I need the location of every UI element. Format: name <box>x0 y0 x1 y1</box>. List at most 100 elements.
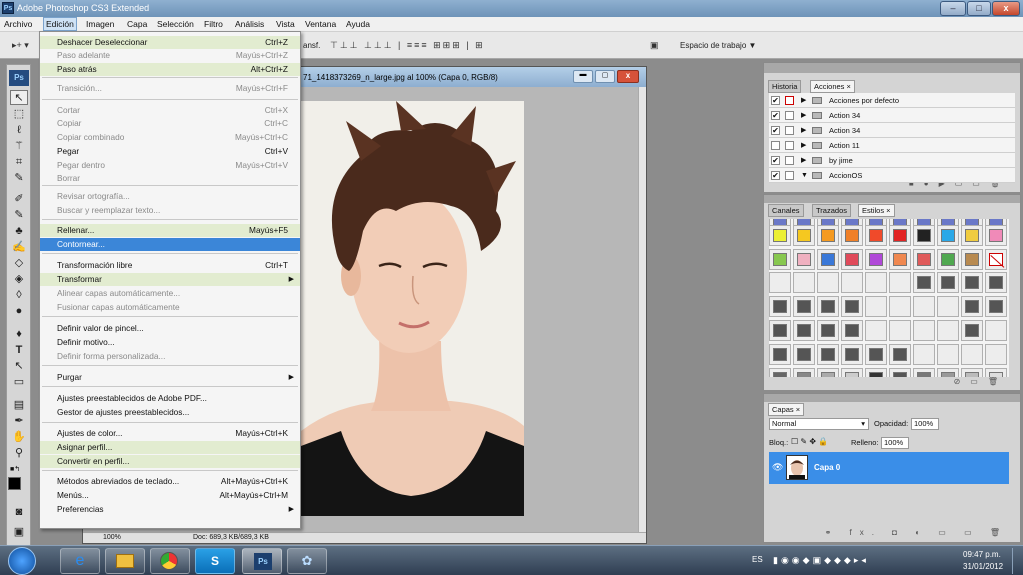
eye-icon[interactable]: 👁 <box>772 462 783 473</box>
dialog-toggle[interactable] <box>785 96 794 105</box>
tab-historia[interactable]: Historia <box>768 80 802 93</box>
style-cell[interactable] <box>937 225 959 246</box>
type-tool-icon[interactable]: T <box>10 343 28 358</box>
dialog-toggle[interactable] <box>785 141 794 150</box>
notes-tool-icon[interactable]: ▤ <box>10 398 28 413</box>
action-toggle-checkbox[interactable]: ✔ <box>771 126 780 135</box>
style-cell[interactable] <box>865 296 887 317</box>
menu-analisis[interactable]: Análisis <box>235 19 264 29</box>
menu-item[interactable]: Convertir en perfil... <box>40 455 300 468</box>
opacity-input[interactable]: 100% <box>911 418 939 430</box>
menu-item[interactable]: Menús... Alt+Mayús+Ctrl+M <box>40 489 300 502</box>
style-cell[interactable] <box>769 272 791 293</box>
style-cell[interactable] <box>769 296 791 317</box>
move-tool-icon[interactable]: ↖ <box>10 90 28 105</box>
style-cell[interactable] <box>961 249 983 270</box>
menu-filtro[interactable]: Filtro <box>204 19 223 29</box>
file-explorer-icon[interactable] <box>105 548 145 574</box>
style-cell[interactable] <box>817 249 839 270</box>
style-cell[interactable] <box>841 249 863 270</box>
language-indicator[interactable]: ES <box>752 555 763 564</box>
doc-close-button[interactable]: x <box>617 70 639 83</box>
style-cell[interactable] <box>817 296 839 317</box>
expand-arrow-icon[interactable]: ▶ <box>801 93 806 108</box>
tab-trazados[interactable]: Trazados <box>812 204 851 217</box>
style-cell[interactable] <box>961 320 983 341</box>
chrome-icon[interactable] <box>150 548 190 574</box>
paint-bucket-icon[interactable]: ◈ <box>10 272 28 287</box>
style-cell[interactable] <box>937 320 959 341</box>
shape-tool-icon[interactable]: ▭ <box>10 375 28 390</box>
style-cell[interactable] <box>889 296 911 317</box>
lasso-tool-icon[interactable]: ℓ <box>10 123 28 138</box>
style-cell[interactable] <box>841 225 863 246</box>
blur-tool-icon[interactable]: ◊ <box>10 288 28 303</box>
brush-tool-icon[interactable]: ✎ <box>10 208 28 223</box>
style-cell[interactable] <box>985 272 1007 293</box>
style-cell[interactable] <box>793 320 815 341</box>
style-cell[interactable] <box>889 344 911 365</box>
dodge-tool-icon[interactable]: ● <box>10 304 28 319</box>
menu-item[interactable]: Gestor de ajustes preestablecidos... <box>40 406 300 419</box>
style-buttons[interactable]: ⊘▭🗑 <box>764 377 1020 390</box>
style-cell[interactable] <box>793 225 815 246</box>
style-cell[interactable] <box>985 249 1007 270</box>
action-toggle-checkbox[interactable]: ✔ <box>771 171 780 180</box>
action-row[interactable]: ✔ ▶ by jime <box>769 153 1015 168</box>
minimize-button[interactable]: – <box>940 1 966 16</box>
style-cell[interactable] <box>817 225 839 246</box>
style-cell[interactable] <box>865 320 887 341</box>
path-selection-icon[interactable]: ↖ <box>10 359 28 374</box>
style-cell[interactable] <box>985 320 1007 341</box>
menu-seleccion[interactable]: Selección <box>157 19 194 29</box>
action-row[interactable]: ✔ ▶ Action 34 <box>769 108 1015 123</box>
history-brush-icon[interactable]: ✍ <box>10 240 28 255</box>
style-cell[interactable] <box>961 344 983 365</box>
close-button[interactable]: x <box>992 1 1020 16</box>
style-cell[interactable] <box>793 296 815 317</box>
vertical-scrollbar[interactable] <box>638 87 646 532</box>
move-tool-icon[interactable]: ▸+ ▾ <box>12 40 29 50</box>
menu-item[interactable]: Ajustes de color... Mayús+Ctrl+K <box>40 427 300 440</box>
menu-imagen[interactable]: Imagen <box>86 19 114 29</box>
start-button[interactable] <box>8 547 36 575</box>
style-cell[interactable] <box>817 344 839 365</box>
foreground-color-swatch[interactable] <box>8 477 21 490</box>
action-row[interactable]: ✔ ▶ Acciones por defecto <box>769 93 1015 108</box>
style-cell[interactable] <box>913 320 935 341</box>
menu-item[interactable]: Métodos abreviados de teclado... Alt+Mayú… <box>40 475 300 488</box>
style-cell[interactable] <box>769 344 791 365</box>
style-cell[interactable] <box>793 249 815 270</box>
doc-maximize-button[interactable]: ▢ <box>595 70 615 83</box>
style-cell[interactable] <box>865 272 887 293</box>
style-cell[interactable] <box>937 249 959 270</box>
blend-mode-select[interactable]: Normal ▾ <box>769 418 869 430</box>
tray-icons[interactable]: ▮◉◉◆▣◆◆◆▸◂ <box>773 555 869 566</box>
layer-row[interactable]: 👁 Capa 0 <box>769 452 1009 484</box>
style-cell[interactable] <box>841 272 863 293</box>
menu-item[interactable]: Ajustes preestablecidos de Adobe PDF... <box>40 392 300 405</box>
hand-tool-icon[interactable]: ✋ <box>10 430 28 445</box>
expand-arrow-icon[interactable]: ▶ <box>801 123 806 138</box>
menu-item[interactable]: Asignar perfil... <box>40 441 300 454</box>
style-cell[interactable] <box>769 249 791 270</box>
menu-ventana[interactable]: Ventana <box>305 19 336 29</box>
menu-capa[interactable]: Capa <box>127 19 147 29</box>
action-toggle-checkbox[interactable]: ✔ <box>771 156 780 165</box>
style-cell[interactable] <box>913 296 935 317</box>
tab-canales[interactable]: Canales <box>768 204 804 217</box>
expand-arrow-icon[interactable]: ▼ <box>801 168 808 183</box>
action-row[interactable]: ▶ Action 11 <box>769 138 1015 153</box>
menu-item[interactable]: Preferencias ▶ <box>40 503 300 516</box>
expand-arrow-icon[interactable]: ▶ <box>801 108 806 123</box>
style-cell[interactable] <box>961 225 983 246</box>
default-colors-icon[interactable]: ■↰ <box>10 465 28 473</box>
style-cell[interactable] <box>865 344 887 365</box>
style-cell[interactable] <box>889 225 911 246</box>
zoom-tool-icon[interactable]: ⚲ <box>10 446 28 461</box>
action-row[interactable]: ✔ ▶ Action 34 <box>769 123 1015 138</box>
dialog-toggle[interactable] <box>785 126 794 135</box>
tab-capas[interactable]: Capas × <box>768 403 805 416</box>
layer-buttons[interactable]: ⚭ fx. ◘ ◐ ▭ ▭ 🗑 <box>764 528 1020 541</box>
style-cell[interactable] <box>913 344 935 365</box>
